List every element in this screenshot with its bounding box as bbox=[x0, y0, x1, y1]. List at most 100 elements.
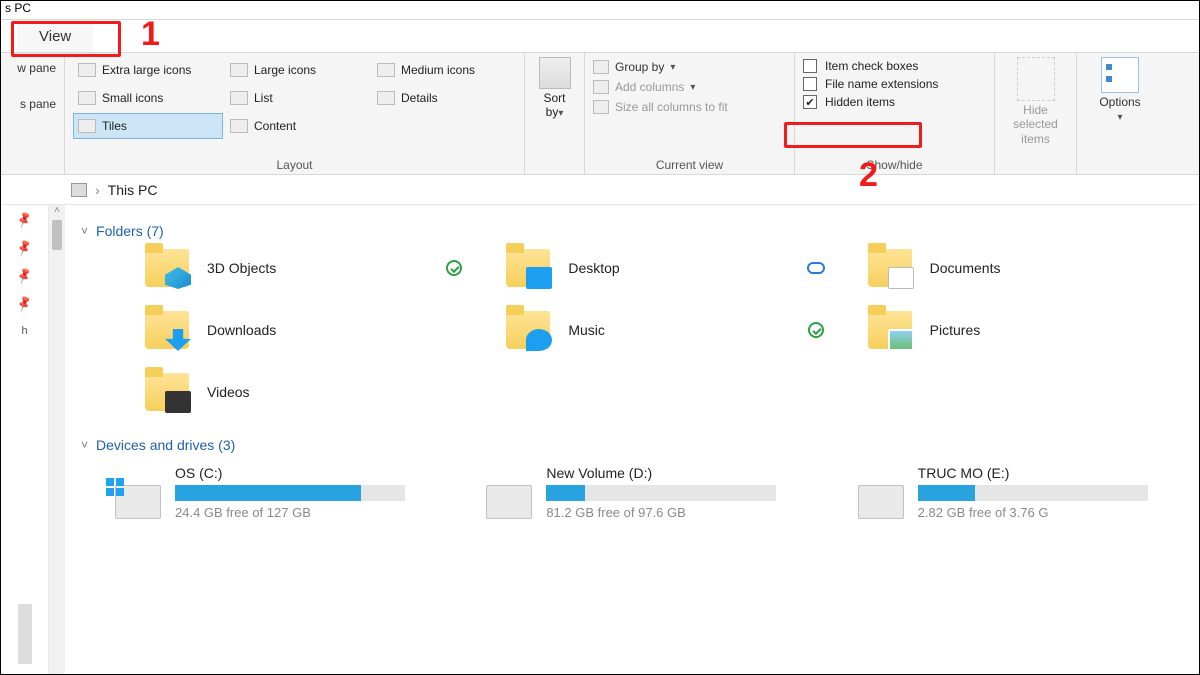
group-by-label: Group by bbox=[615, 60, 664, 74]
hidden-items-toggle[interactable]: ✔Hidden items bbox=[803, 93, 986, 111]
layout-tiles[interactable]: Tiles bbox=[73, 113, 223, 139]
ribbon-group-current-view: Group by ▾ Add columns ▾ Size all column… bbox=[585, 53, 795, 174]
hidden-items-label: Hidden items bbox=[825, 95, 895, 109]
drive-icon bbox=[115, 485, 161, 519]
folder-videos[interactable]: Videos bbox=[145, 373, 466, 411]
drive-label: TRUC MO (E:) bbox=[918, 465, 1148, 481]
section-drives-label: Devices and drives (3) bbox=[96, 437, 235, 453]
ribbon-group-panes-title bbox=[9, 170, 56, 172]
group-by-icon bbox=[593, 60, 609, 74]
section-folders-header[interactable]: ˅ Folders (7) bbox=[81, 223, 1189, 239]
chevron-down-icon: ˅ bbox=[81, 224, 88, 238]
drives-grid: OS (C:) 24.4 GB free of 127 GB New Volum… bbox=[75, 465, 1189, 520]
layout-label: Details bbox=[401, 91, 438, 105]
layout-icon bbox=[377, 91, 395, 105]
window-title: s PC bbox=[1, 1, 1199, 19]
layout-extra-large-icons[interactable]: Extra large icons bbox=[73, 57, 223, 83]
drive-label: OS (C:) bbox=[175, 465, 405, 481]
file-name-extensions-label: File name extensions bbox=[825, 77, 938, 91]
size-all-label: Size all columns to fit bbox=[615, 100, 728, 114]
details-pane-button[interactable]: s pane bbox=[9, 93, 56, 115]
nav-scrollbar[interactable]: ˄ bbox=[49, 205, 65, 674]
drive-capacity-bar bbox=[175, 485, 405, 501]
tab-view[interactable]: View bbox=[17, 20, 93, 52]
folder-label: Downloads bbox=[207, 322, 276, 338]
breadcrumb-this-pc[interactable]: This PC bbox=[108, 182, 158, 198]
sidebar-item-fragment[interactable]: h bbox=[21, 325, 27, 337]
layout-label: List bbox=[254, 91, 273, 105]
folder-music[interactable]: Music bbox=[506, 311, 827, 349]
hide-selected-button[interactable]: Hide selected items bbox=[1003, 57, 1068, 146]
size-all-columns-button[interactable]: Size all columns to fit bbox=[593, 97, 786, 117]
annotation-number-1: 1 bbox=[141, 15, 160, 54]
sort-by-button[interactable]: Sort by▾ bbox=[539, 57, 571, 120]
folder-icon bbox=[145, 249, 189, 287]
section-folders-label: Folders (7) bbox=[96, 223, 164, 239]
sort-icon bbox=[539, 57, 571, 89]
chevron-down-icon: ▾ bbox=[690, 82, 695, 93]
nav-sidebar[interactable]: 📌 📌 📌 📌 h bbox=[1, 205, 49, 674]
folder-overlay-icon bbox=[888, 267, 914, 289]
layout-options: Extra large icons Large icons Medium ico… bbox=[73, 57, 516, 139]
drive-c[interactable]: OS (C:) 24.4 GB free of 127 GB bbox=[115, 465, 446, 520]
layout-medium-icons[interactable]: Medium icons bbox=[372, 57, 522, 83]
drive-free-label: 81.2 GB free of 97.6 GB bbox=[546, 505, 776, 520]
group-by-button[interactable]: Group by ▾ bbox=[593, 57, 786, 77]
pin-icon: 📌 bbox=[15, 266, 34, 285]
ribbon-group-layout: Extra large icons Large icons Medium ico… bbox=[65, 53, 525, 174]
layout-icon bbox=[230, 119, 248, 133]
scrollbar-thumb[interactable] bbox=[52, 220, 62, 250]
sort-label-2: by bbox=[546, 105, 559, 119]
folder-3d-objects[interactable]: 3D Objects bbox=[145, 249, 466, 287]
folder-icon bbox=[145, 311, 189, 349]
layout-label: Tiles bbox=[102, 119, 127, 133]
ribbon-group-show-hide: Item check boxes File name extensions ✔H… bbox=[795, 53, 995, 174]
layout-content[interactable]: Content bbox=[225, 113, 370, 139]
folder-pictures[interactable]: Pictures bbox=[868, 311, 1189, 349]
add-columns-label: Add columns bbox=[615, 80, 684, 94]
drive-capacity-fill bbox=[546, 485, 585, 501]
pin-icon: 📌 bbox=[15, 210, 34, 229]
add-columns-button[interactable]: Add columns ▾ bbox=[593, 77, 786, 97]
drive-capacity-bar bbox=[546, 485, 776, 501]
sync-status-check-icon bbox=[808, 322, 824, 338]
folder-icon bbox=[868, 311, 912, 349]
layout-large-icons[interactable]: Large icons bbox=[225, 57, 370, 83]
drive-d[interactable]: New Volume (D:) 81.2 GB free of 97.6 GB bbox=[486, 465, 817, 520]
folder-downloads[interactable]: Downloads bbox=[145, 311, 466, 349]
folder-documents[interactable]: Documents bbox=[868, 249, 1189, 287]
hide-selected-label-1: Hide selected bbox=[1013, 103, 1058, 131]
layout-label: Medium icons bbox=[401, 63, 475, 77]
ribbon-group-options: Options ▾ bbox=[1077, 53, 1163, 174]
checkbox-icon bbox=[803, 59, 817, 73]
layout-icon bbox=[78, 63, 96, 77]
sync-status-cloud-icon bbox=[807, 262, 825, 274]
address-bar[interactable]: › This PC bbox=[1, 175, 1199, 205]
folder-label: Pictures bbox=[930, 322, 981, 338]
scroll-up-icon[interactable]: ˄ bbox=[49, 205, 65, 216]
item-check-boxes-toggle[interactable]: Item check boxes bbox=[803, 57, 986, 75]
breadcrumb-separator-icon: › bbox=[95, 182, 100, 198]
folder-desktop[interactable]: Desktop bbox=[506, 249, 827, 287]
section-drives-header[interactable]: ˅ Devices and drives (3) bbox=[81, 437, 1189, 453]
layout-label: Extra large icons bbox=[102, 63, 191, 77]
ribbon-group-layout-title: Layout bbox=[73, 156, 516, 172]
chevron-down-icon: ˅ bbox=[81, 438, 88, 452]
file-name-extensions-toggle[interactable]: File name extensions bbox=[803, 75, 986, 93]
drive-icon bbox=[858, 485, 904, 519]
folder-label: 3D Objects bbox=[207, 260, 276, 276]
chevron-down-icon: ▾ bbox=[558, 108, 563, 119]
layout-details[interactable]: Details bbox=[372, 85, 522, 111]
preview-pane-button[interactable]: w pane bbox=[9, 57, 56, 79]
layout-list[interactable]: List bbox=[225, 85, 370, 111]
options-button[interactable]: Options ▾ bbox=[1099, 57, 1140, 123]
folder-overlay-icon bbox=[526, 329, 552, 351]
layout-small-icons[interactable]: Small icons bbox=[73, 85, 223, 111]
drive-free-label: 2.82 GB free of 3.76 G bbox=[918, 505, 1148, 520]
ribbon-tab-bar: View bbox=[1, 19, 1199, 53]
drive-free-label: 24.4 GB free of 127 GB bbox=[175, 505, 405, 520]
layout-icon bbox=[78, 119, 96, 133]
drive-e[interactable]: TRUC MO (E:) 2.82 GB free of 3.76 G bbox=[858, 465, 1189, 520]
folder-overlay-icon bbox=[526, 267, 552, 289]
layout-label: Small icons bbox=[102, 91, 163, 105]
